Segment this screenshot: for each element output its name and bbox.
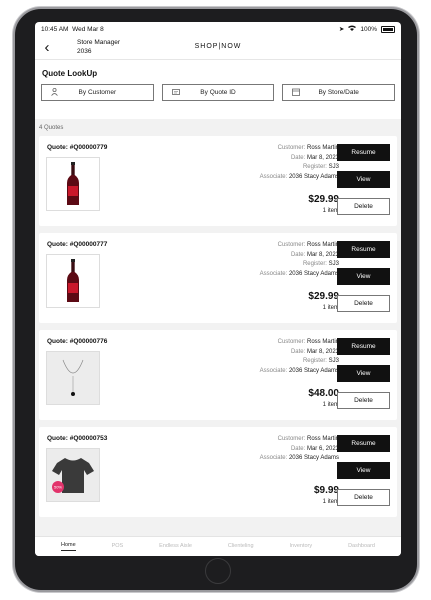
date-value: Mar 8, 2023 [306,348,339,355]
customer-label: Customer: [277,242,306,248]
calendar-icon [292,88,301,97]
id-card-icon [171,88,180,97]
register-value: SJ3 [328,358,339,364]
product-image-t-shirt: 50% [46,448,100,502]
quote-meta: Customer: Ross Martin Date: Mar 6, 2023 … [260,435,339,464]
view-button[interactable]: View [337,268,390,285]
register-label: Register: [302,358,327,364]
resume-button[interactable]: Resume [337,241,390,258]
customer-value: Ross Martin [306,145,339,151]
by-store-date-button[interactable]: By Store/Date [282,84,396,101]
discount-badge: 50% [54,485,62,490]
register-label: Register: [302,164,327,170]
delete-button[interactable]: Delete [337,489,390,506]
date-label: Date: [290,154,306,161]
quote-card: Quote: #Q00000779 Customer: Ross Martin … [39,136,397,226]
by-customer-label: By Customer [78,89,117,96]
location-icon: ➤ [338,26,345,33]
delete-button[interactable]: Delete [337,392,390,409]
quote-price: $48.00 [308,388,339,399]
quote-meta: Customer: Ross Martin Date: Mar 8, 2023 … [260,338,339,376]
customer-value: Ross Martin [306,339,339,345]
tab-endless-aisle[interactable]: Endless Aisle [159,543,192,551]
quote-id: Quote: #Q00000777 [47,241,108,248]
by-quote-id-button[interactable]: By Quote ID [161,84,275,101]
tab-pos[interactable]: POS [112,543,124,551]
quote-card: Quote: #Q00000776 Customer: Ross Martin … [39,330,397,420]
register-label: Register: [302,261,327,267]
view-button[interactable]: View [337,171,390,188]
customer-label: Customer: [277,436,306,442]
home-button[interactable] [205,558,231,584]
associate-label: Associate: [259,367,288,374]
resume-button[interactable]: Resume [337,435,390,452]
resume-button[interactable]: Resume [337,338,390,355]
date-value: Mar 6, 2023 [306,445,339,452]
quotes-count: 4 Quotes [39,125,64,131]
date-label: Date: [290,445,306,452]
product-image-wine-bottle [46,254,100,308]
associate-value: 2036 Stacy Adams [288,270,339,277]
quote-price: $29.99 [308,194,339,205]
ipad-frame: 10:45 AM Wed Mar 8 ➤ 100% ‹ Store Manage… [13,7,419,592]
quote-price: $29.99 [308,291,339,302]
date-value: Mar 8, 2023 [306,154,339,161]
register-value: SJ3 [328,261,339,267]
quote-list-area: 4 Quotes Quote: #Q00000779 Customer: Ros… [35,119,401,536]
screen: 10:45 AM Wed Mar 8 ➤ 100% ‹ Store Manage… [35,22,401,556]
status-date: Wed Mar 8 [72,25,104,33]
quote-id: Quote: #Q00000776 [47,338,108,345]
battery-icon [381,25,395,33]
tab-home[interactable]: Home [60,542,76,551]
status-time: 10:45 AM [41,25,69,33]
customer-value: Ross Martin [306,242,339,248]
resume-button[interactable]: Resume [337,144,390,161]
quote-id: Quote: #Q00000779 [47,144,108,151]
date-label: Date: [290,348,306,355]
by-store-date-label: By Store/Date [318,89,359,96]
page-title: Quote LookUp [42,69,98,78]
quote-price: $9.99 [313,485,339,496]
view-button[interactable]: View [337,462,390,479]
tab-clienteling[interactable]: Clienteling [228,543,254,551]
by-quote-id-label: By Quote ID [200,89,236,96]
person-icon [51,87,59,97]
delete-button[interactable]: Delete [337,198,390,215]
battery-percent: 100% [360,25,377,33]
quote-card: Quote: #Q00000777 Customer: Ross Martin … [39,233,397,323]
quote-meta: Customer: Ross Martin Date: Mar 8, 2023 … [260,241,339,279]
tab-inventory[interactable]: Inventory [289,543,312,551]
associate-value: 2036 Stacy Adams [288,367,339,374]
app-header: ‹ Store Manager 2036 SHOP|NOW [35,36,401,60]
customer-label: Customer: [277,339,306,345]
date-value: Mar 8, 2023 [306,251,339,258]
associate-label: Associate: [259,455,288,461]
quote-meta: Customer: Ross Martin Date: Mar 8, 2023 … [260,144,339,182]
tab-dashboard[interactable]: Dashboard [348,543,375,551]
delete-button[interactable]: Delete [337,295,390,312]
customer-label: Customer: [277,145,306,151]
view-button[interactable]: View [337,365,390,382]
search-options: By Customer By Quote ID By Store/Date [35,84,401,111]
register-value: SJ3 [328,164,339,170]
product-image-wine-bottle [46,157,100,211]
quote-card: Quote: #Q00000753 50% Customer: Ross Mar… [39,427,397,517]
associate-value: 2036 Stacy Adams [288,455,339,461]
associate-label: Associate: [259,270,288,277]
by-customer-button[interactable]: By Customer [41,84,154,101]
associate-value: 2036 Stacy Adams [288,173,339,180]
wifi-icon [348,25,357,33]
quote-id: Quote: #Q00000753 [47,435,108,442]
bottom-tab-bar: Home POS Endless Aisle Clienteling Inven… [35,536,401,556]
status-bar: 10:45 AM Wed Mar 8 ➤ 100% [35,22,401,36]
customer-value: Ross Martin [306,436,339,442]
product-image-necklace [46,351,100,405]
associate-label: Associate: [259,173,288,180]
shop-now-logo: SHOP|NOW [194,43,242,50]
date-label: Date: [290,251,306,258]
